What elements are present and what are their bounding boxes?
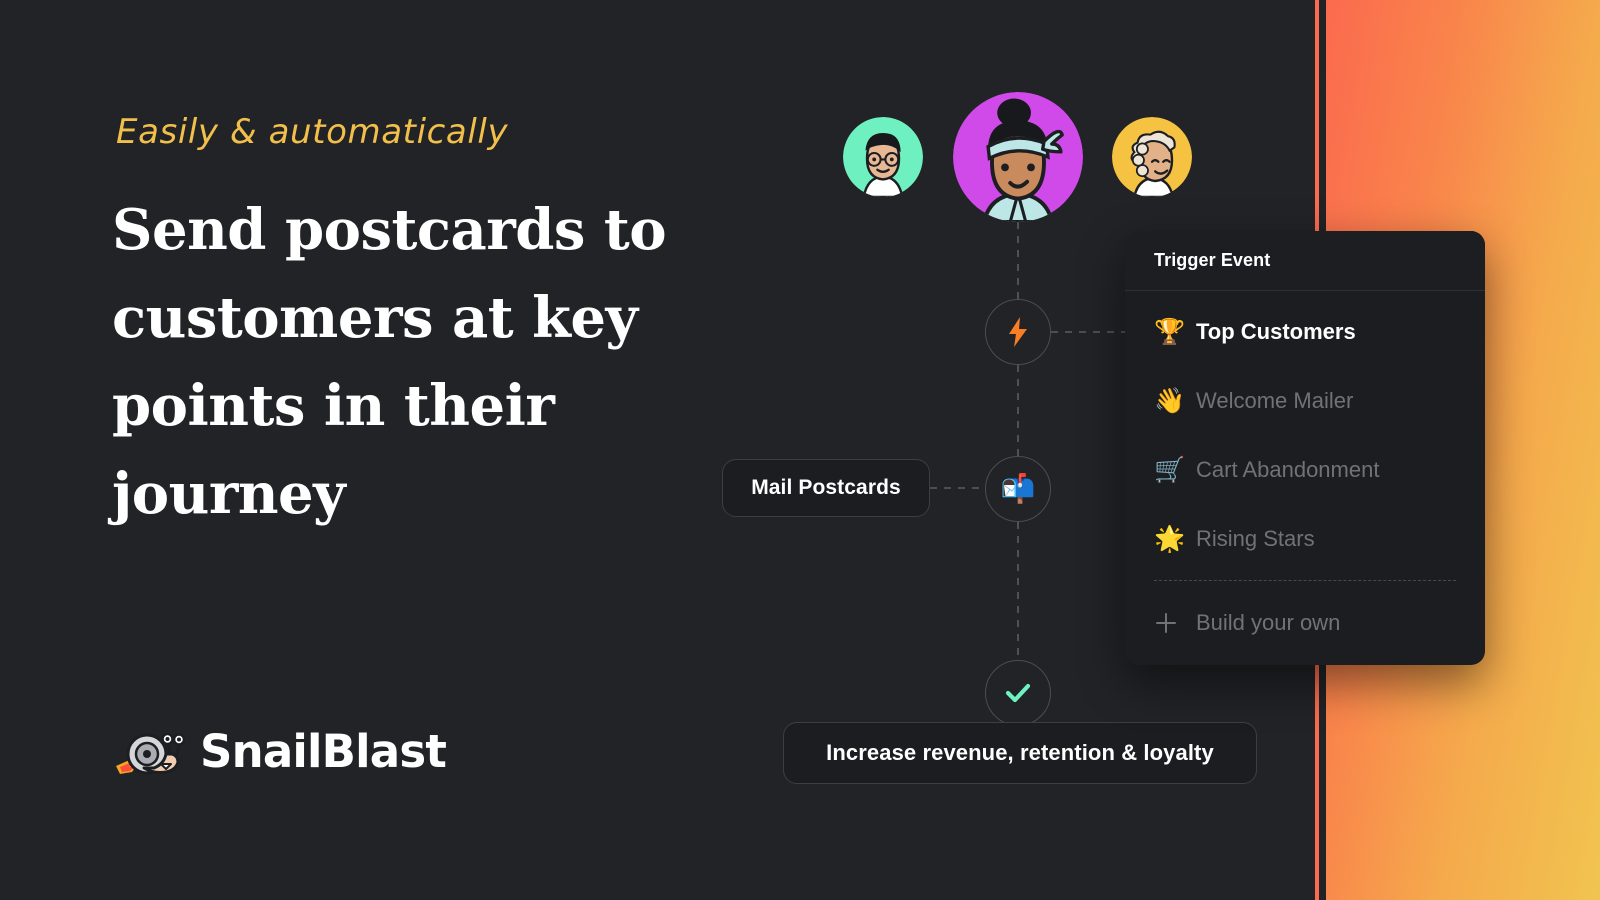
trigger-item-welcome-mailer[interactable]: 👋 Welcome Mailer [1125,366,1485,435]
outcome-chip: Increase revenue, retention & loyalty [783,722,1257,784]
trigger-event-list: 🏆 Top Customers 👋 Welcome Mailer 🛒 Cart … [1125,291,1485,657]
customer-avatar-right[interactable] [1112,117,1192,197]
trigger-item-label: Cart Abandonment [1196,456,1380,482]
customer-avatar-left[interactable] [843,117,923,197]
trigger-event-panel-title: Trigger Event [1125,231,1485,291]
trigger-item-cart-abandonment[interactable]: 🛒 Cart Abandonment [1125,435,1485,504]
shopping-cart-icon: 🛒 [1154,455,1186,484]
panel-divider [1154,580,1456,581]
trigger-item-label: Top Customers [1196,318,1356,344]
trigger-item-label: Build your own [1196,609,1341,635]
mail-node[interactable]: 📬 [985,456,1051,522]
plus-icon [1154,611,1196,635]
waving-hand-icon: 👋 [1154,386,1186,415]
trigger-item-label: Welcome Mailer [1196,387,1354,413]
done-node[interactable] [985,660,1051,726]
trigger-item-build-your-own[interactable]: Build your own [1125,588,1485,657]
lightning-bolt-icon [1007,317,1029,347]
trigger-node[interactable] [985,299,1051,365]
mail-postcards-chip[interactable]: Mail Postcards [722,459,930,517]
mailbox-icon: 📬 [1000,472,1036,505]
trigger-item-rising-stars[interactable]: 🌟 Rising Stars [1125,504,1485,573]
customer-avatar-center[interactable] [953,92,1083,222]
page-title: Send postcards to customers at key point… [112,197,667,527]
check-icon [1003,678,1033,708]
hero-banner: Easily & automatically Send postcards to… [0,0,1600,900]
brand-name: SnailBlast [200,724,447,778]
brand-logo[interactable]: SnailBlast [114,722,447,780]
trigger-item-label: Rising Stars [1196,525,1315,551]
glowing-star-icon: 🌟 [1154,524,1186,553]
trigger-event-panel: Trigger Event 🏆 Top Customers 👋 Welcome … [1125,231,1485,665]
trophy-icon: 🏆 [1154,317,1186,346]
rocket-snail-icon [114,722,186,780]
hero-eyebrow: Easily & automatically [116,112,509,152]
trigger-item-top-customers[interactable]: 🏆 Top Customers [1125,297,1485,366]
